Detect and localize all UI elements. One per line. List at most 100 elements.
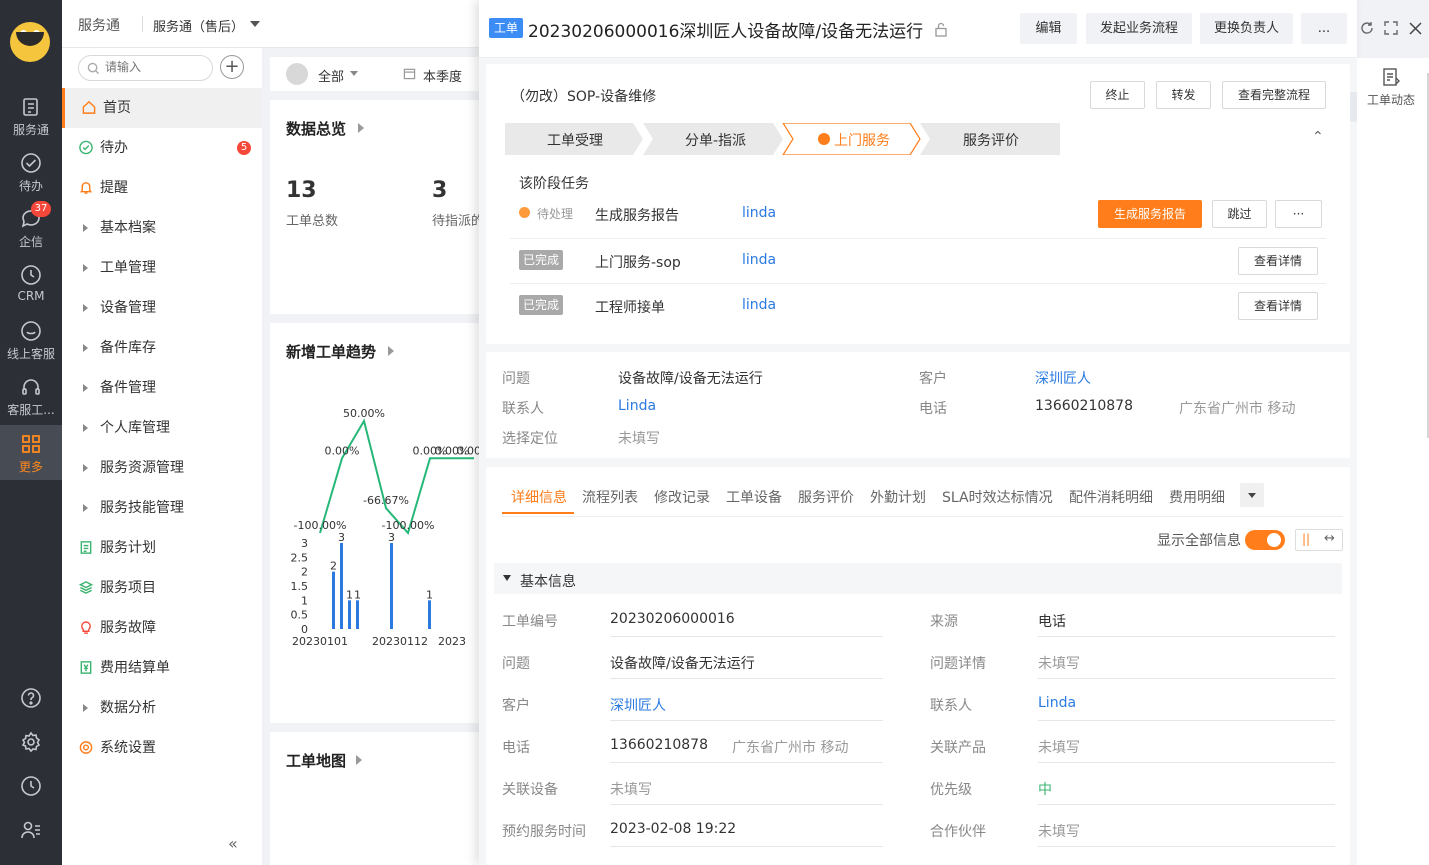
step-assign[interactable]: 分单-指派: [685, 130, 746, 150]
sidebar-search[interactable]: [78, 55, 213, 81]
help-icon[interactable]: [19, 686, 43, 710]
rail-item-chat[interactable]: 企信: [0, 208, 62, 250]
fullscreen-icon[interactable]: [1384, 21, 1398, 35]
search-input[interactable]: [105, 60, 205, 74]
caret-right-icon[interactable]: [356, 755, 362, 765]
edit-button[interactable]: 编辑: [1020, 13, 1077, 44]
step-evaluation[interactable]: 服务评价: [963, 130, 1019, 150]
user-list-icon[interactable]: [19, 818, 43, 842]
ticket-activity-icon[interactable]: [1381, 67, 1401, 87]
chevron-down-icon[interactable]: [350, 71, 358, 76]
tab-field-plan[interactable]: 外勤计划: [870, 487, 926, 507]
collapse-up-icon[interactable]: ⌃: [1312, 129, 1324, 145]
generate-report-button[interactable]: 生成服务报告: [1098, 200, 1202, 228]
sidebar-item-personal-stock[interactable]: 个人库管理: [62, 408, 262, 448]
sidebar-item-device-management[interactable]: 设备管理: [62, 288, 262, 328]
tab-sla[interactable]: SLA时效达标情况: [942, 487, 1053, 507]
collapse-sidebar-button[interactable]: «: [228, 834, 238, 853]
expand-width-icon[interactable]: ↔: [1324, 531, 1335, 546]
rail-item-online-service[interactable]: 线上客服: [0, 320, 62, 362]
caret-down-icon[interactable]: [503, 575, 511, 581]
ticket-activity-label[interactable]: 工单动态: [1367, 91, 1415, 108]
view-details-button[interactable]: 查看详情: [1238, 292, 1318, 320]
rail-item-service[interactable]: 服务通: [0, 96, 62, 138]
customer-field-link[interactable]: 深圳匠人: [610, 695, 666, 715]
sidebar-item-home[interactable]: 首页: [62, 88, 262, 128]
tab-process-list[interactable]: 流程列表: [582, 487, 638, 507]
close-icon[interactable]: [1409, 22, 1422, 35]
sidebar-item-service-fault[interactable]: 服务故障: [62, 608, 262, 648]
caret-right-icon: [83, 344, 88, 352]
contact-link[interactable]: Linda: [618, 398, 656, 414]
task-owner[interactable]: linda: [742, 252, 776, 268]
terminate-button[interactable]: 终止: [1090, 81, 1145, 109]
add-button[interactable]: +: [220, 55, 244, 79]
divider: [610, 636, 883, 637]
tab-service-evaluation[interactable]: 服务评价: [798, 487, 854, 507]
rail-item-more[interactable]: 更多: [0, 425, 62, 480]
sidebar-item-system-settings[interactable]: 系统设置: [62, 728, 262, 768]
start-process-button[interactable]: 发起业务流程: [1086, 13, 1192, 44]
sidebar-item-todo[interactable]: 待办 5: [62, 128, 262, 168]
view-full-process-button[interactable]: 查看完整流程: [1222, 81, 1326, 109]
tab-ticket-devices[interactable]: 工单设备: [726, 487, 782, 507]
columns-icon[interactable]: ||: [1302, 532, 1310, 546]
period-filter[interactable]: 本季度: [423, 66, 462, 85]
sidebar-item-settlement[interactable]: 费用结算单: [62, 648, 262, 688]
task-owner[interactable]: linda: [742, 297, 776, 313]
change-owner-button[interactable]: 更换负责人: [1200, 13, 1293, 44]
forward-button[interactable]: 转发: [1156, 81, 1211, 109]
sidebar-item-data-analysis[interactable]: 数据分析: [62, 688, 262, 728]
caret-right-icon[interactable]: [358, 123, 364, 133]
search-icon: [87, 62, 100, 75]
sidebar-item-parts-management[interactable]: 备件管理: [62, 368, 262, 408]
lock-icon[interactable]: [934, 22, 948, 37]
locate-value[interactable]: 未填写: [618, 428, 660, 448]
app-rail: 服务通 待办 企信 37 CRM 线上客服 客服工... 更多: [0, 0, 62, 865]
bar-data-label: 3: [338, 531, 345, 544]
task-owner[interactable]: linda: [742, 205, 776, 221]
trend-title[interactable]: 新增工单趋势: [286, 341, 376, 362]
sidebar-item-basic-archive[interactable]: 基本档案: [62, 208, 262, 248]
history-icon[interactable]: [19, 774, 43, 798]
sidebar-item-parts-inventory[interactable]: 备件库存: [62, 328, 262, 368]
sidebar-item-service-skills[interactable]: 服务技能管理: [62, 488, 262, 528]
show-all-toggle[interactable]: [1245, 530, 1285, 550]
more-actions-button[interactable]: ...: [1301, 13, 1347, 44]
app-logo[interactable]: [10, 22, 50, 62]
sidebar-item-service-plan[interactable]: 服务计划: [62, 528, 262, 568]
caret-right-icon[interactable]: [388, 346, 394, 356]
skip-button[interactable]: 跳过: [1212, 200, 1267, 228]
contact-field-link[interactable]: Linda: [1038, 695, 1076, 711]
sidebar-item-ticket-management[interactable]: 工单管理: [62, 248, 262, 288]
rail-item-agent[interactable]: 客服工...: [0, 376, 62, 418]
view-details-button[interactable]: 查看详情: [1238, 247, 1318, 275]
y-tick-label: 1: [301, 594, 308, 607]
step-onsite[interactable]: 上门服务: [834, 130, 890, 150]
sidebar-item-service-resources[interactable]: 服务资源管理: [62, 448, 262, 488]
customer-link[interactable]: 深圳匠人: [1035, 368, 1091, 388]
section-header[interactable]: [494, 563, 1342, 594]
scope-filter[interactable]: 全部: [318, 66, 344, 85]
settings-icon[interactable]: [19, 730, 43, 754]
step-accept[interactable]: 工单受理: [547, 130, 603, 150]
tab-change-log[interactable]: 修改记录: [654, 487, 710, 507]
sidebar-item-reminder[interactable]: 提醒: [62, 168, 262, 208]
rail-item-crm[interactable]: CRM: [0, 264, 62, 306]
task-more-button[interactable]: ···: [1275, 200, 1322, 228]
divider: [1038, 804, 1335, 805]
map-title[interactable]: 工单地图: [286, 750, 346, 771]
sidebar-item-service-project[interactable]: 服务项目: [62, 568, 262, 608]
refresh-icon[interactable]: [1360, 21, 1374, 35]
check-circle-icon: [21, 153, 41, 173]
stat-total-label: 工单总数: [286, 214, 339, 229]
rail-item-todo[interactable]: 待办: [0, 152, 62, 194]
tab-parts-consumption[interactable]: 配件消耗明细: [1069, 487, 1153, 507]
workspace-selector[interactable]: 服务通（售后）: [153, 16, 244, 35]
tab-details[interactable]: 详细信息: [511, 487, 567, 507]
panel-collapse-handle[interactable]: [1350, 92, 1357, 122]
chevron-down-icon[interactable]: [250, 21, 260, 27]
tab-cost-details[interactable]: 费用明细: [1169, 487, 1225, 507]
overview-title[interactable]: 数据总览: [286, 118, 346, 139]
avatar[interactable]: [286, 63, 308, 85]
